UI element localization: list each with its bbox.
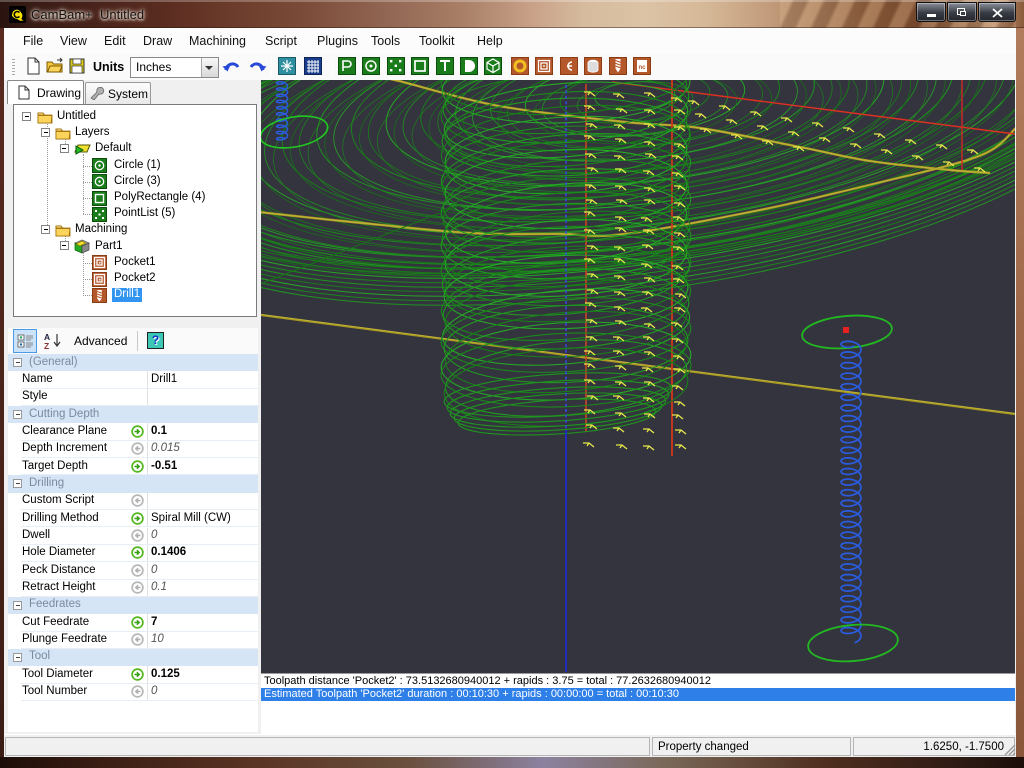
svg-text:Z: Z bbox=[44, 341, 49, 350]
svg-text:nc: nc bbox=[638, 65, 646, 71]
